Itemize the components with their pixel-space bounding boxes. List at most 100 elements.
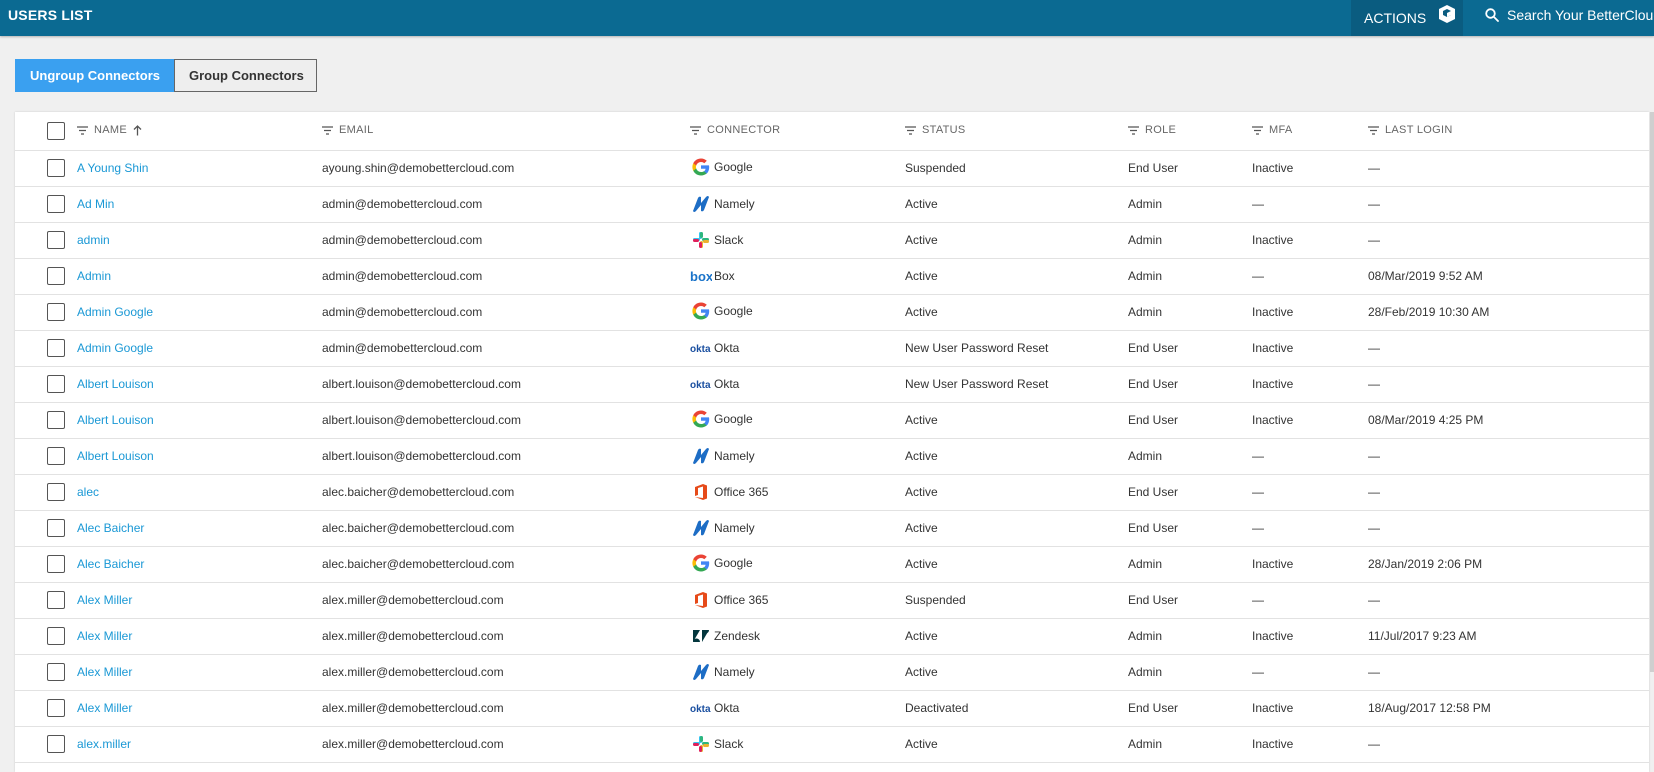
sort-ascending-icon[interactable] — [133, 124, 142, 136]
select-all-checkbox[interactable] — [47, 121, 65, 140]
filter-icon[interactable] — [322, 125, 333, 135]
row-checkbox[interactable] — [47, 519, 65, 537]
user-role: Admin — [1128, 629, 1163, 643]
user-name-link[interactable]: Admin — [77, 269, 111, 283]
user-name-link[interactable]: Ad Min — [77, 197, 114, 211]
user-last-login: 08/Mar/2019 9:52 AM — [1368, 269, 1483, 283]
box-icon: box — [690, 265, 712, 287]
table-row[interactable]: Admin Google admin@demobettercloud.com okt… — [15, 330, 1649, 367]
column-header-name[interactable]: NAME — [94, 124, 127, 136]
user-name-link[interactable]: Albert Louison — [77, 377, 154, 391]
row-checkbox[interactable] — [47, 735, 65, 753]
user-name-link[interactable]: Alec Baicher — [77, 557, 144, 571]
user-status: New User Password Reset — [905, 377, 1049, 391]
connector-name: Namely — [714, 196, 755, 211]
user-name-link[interactable]: Admin Google — [77, 341, 153, 355]
user-last-login: 28/Jan/2019 2:06 PM — [1368, 557, 1483, 571]
row-checkbox[interactable] — [47, 375, 65, 393]
filter-icon[interactable] — [905, 125, 916, 135]
column-header-last-login[interactable]: LAST LOGIN — [1385, 124, 1453, 136]
row-checkbox[interactable] — [47, 195, 65, 213]
row-checkbox[interactable] — [47, 231, 65, 249]
table-row[interactable]: Alex Miller alex.miller@demobettercloud.c… — [15, 582, 1649, 619]
group-connectors-button[interactable]: Group Connectors — [174, 59, 317, 92]
filter-icon[interactable] — [690, 125, 701, 135]
user-name-link[interactable]: Alex Miller — [77, 665, 132, 679]
table-row[interactable]: alec alec.baicher@demobettercloud.com Offi… — [15, 474, 1649, 511]
user-last-login: — — [1368, 377, 1380, 391]
table-row[interactable]: Albert Louison albert.louison@demobetterc… — [15, 402, 1649, 439]
user-name-link[interactable]: Alex Miller — [77, 593, 132, 607]
column-header-mfa[interactable]: MFA — [1269, 124, 1293, 136]
column-header-role[interactable]: ROLE — [1145, 124, 1176, 136]
ungroup-connectors-button[interactable]: Ungroup Connectors — [15, 59, 174, 92]
search-input[interactable]: Search Your BetterCloud — [1485, 0, 1654, 30]
connector-name: Namely — [714, 520, 755, 535]
table-row[interactable]: admin admin@demobettercloud.com Slack Activ… — [15, 222, 1649, 259]
row-checkbox[interactable] — [47, 339, 65, 357]
table-row[interactable]: Ad Min admin@demobettercloud.com Namely Act… — [15, 186, 1649, 223]
actions-button[interactable]: ACTIONS — [1351, 0, 1463, 36]
user-role: End User — [1128, 377, 1179, 391]
user-email: admin@demobettercloud.com — [322, 305, 483, 319]
table-row[interactable]: Alec Baicher alec.baicher@demobettercloud… — [15, 510, 1649, 547]
connector-name: Slack — [714, 232, 744, 247]
table-row[interactable]: Alex Miller alex.miller@demobettercloud.c… — [15, 618, 1649, 655]
row-checkbox[interactable] — [47, 627, 65, 645]
row-checkbox[interactable] — [47, 591, 65, 609]
row-checkbox[interactable] — [47, 483, 65, 501]
user-status: Deactivated — [905, 701, 969, 715]
filter-icon[interactable] — [1368, 125, 1379, 135]
row-checkbox[interactable] — [47, 447, 65, 465]
table-row[interactable]: Alex Miller alex.miller@demobettercloud.c… — [15, 690, 1649, 727]
user-name-link[interactable]: Admin Google — [77, 305, 153, 319]
row-checkbox[interactable] — [47, 699, 65, 717]
user-mfa: Inactive — [1252, 305, 1294, 319]
user-mfa: Inactive — [1252, 377, 1294, 391]
connector-name: Zendesk — [714, 629, 761, 643]
user-email: albert.louison@demobettercloud.com — [322, 449, 521, 463]
user-name-link[interactable]: Alex Miller — [77, 701, 132, 715]
user-mfa: — — [1252, 521, 1264, 535]
filter-icon[interactable] — [1252, 125, 1263, 135]
okta-icon: okta — [690, 373, 712, 395]
user-name-link[interactable]: alex.miller — [77, 737, 131, 751]
vertical-scrollbar[interactable] — [1650, 112, 1654, 672]
table-row[interactable]: A Young Shin ayoung.shin@demobettercloud.… — [15, 150, 1649, 187]
row-checkbox[interactable] — [47, 555, 65, 573]
table-row[interactable]: Albert Louison albert.louison@demobetterc… — [15, 438, 1649, 475]
user-mfa: Inactive — [1252, 233, 1294, 247]
table-row[interactable]: Albert Louison albert.louison@demobetterc… — [15, 366, 1649, 403]
user-email: admin@demobettercloud.com — [322, 197, 483, 211]
row-checkbox[interactable] — [47, 303, 65, 321]
user-name-link[interactable]: alec — [77, 485, 99, 499]
column-header-email[interactable]: EMAIL — [339, 124, 374, 136]
table-row[interactable]: Admin admin@demobettercloud.com box Box Acti… — [15, 258, 1649, 295]
connector-name: Okta — [714, 377, 740, 391]
user-role: End User — [1128, 701, 1179, 715]
user-status: Active — [905, 413, 938, 427]
filter-icon[interactable] — [1128, 125, 1139, 135]
table-row[interactable]: Alec Baicher alec.baicher@demobettercloud… — [15, 546, 1649, 583]
users-table: NAME EMAIL CONNECTOR STATUS ROLE MFA LAS… — [15, 112, 1649, 763]
table-row[interactable]: Alex Miller alex.miller@demobettercloud.c… — [15, 654, 1649, 691]
column-header-connector[interactable]: CONNECTOR — [707, 124, 780, 136]
user-name-link[interactable]: Albert Louison — [77, 413, 154, 427]
user-role: Admin — [1128, 197, 1163, 211]
filter-icon[interactable] — [77, 125, 88, 135]
user-name-link[interactable]: admin — [77, 233, 110, 247]
user-name-link[interactable]: A Young Shin — [77, 161, 148, 175]
user-name-link[interactable]: Albert Louison — [77, 449, 154, 463]
user-status: Suspended — [905, 593, 966, 607]
user-name-link[interactable]: Alex Miller — [77, 629, 132, 643]
user-name-link[interactable]: Alec Baicher — [77, 521, 144, 535]
row-checkbox[interactable] — [47, 411, 65, 429]
row-checkbox[interactable] — [47, 267, 65, 285]
row-checkbox[interactable] — [47, 663, 65, 681]
user-status: Suspended — [905, 161, 966, 175]
row-checkbox[interactable] — [47, 159, 65, 177]
table-row[interactable]: Admin Google admin@demobettercloud.com Goo… — [15, 294, 1649, 331]
table-row[interactable]: alex.miller alex.miller@demobettercloud.c… — [15, 726, 1649, 763]
user-role: End User — [1128, 161, 1179, 175]
column-header-status[interactable]: STATUS — [922, 124, 966, 136]
